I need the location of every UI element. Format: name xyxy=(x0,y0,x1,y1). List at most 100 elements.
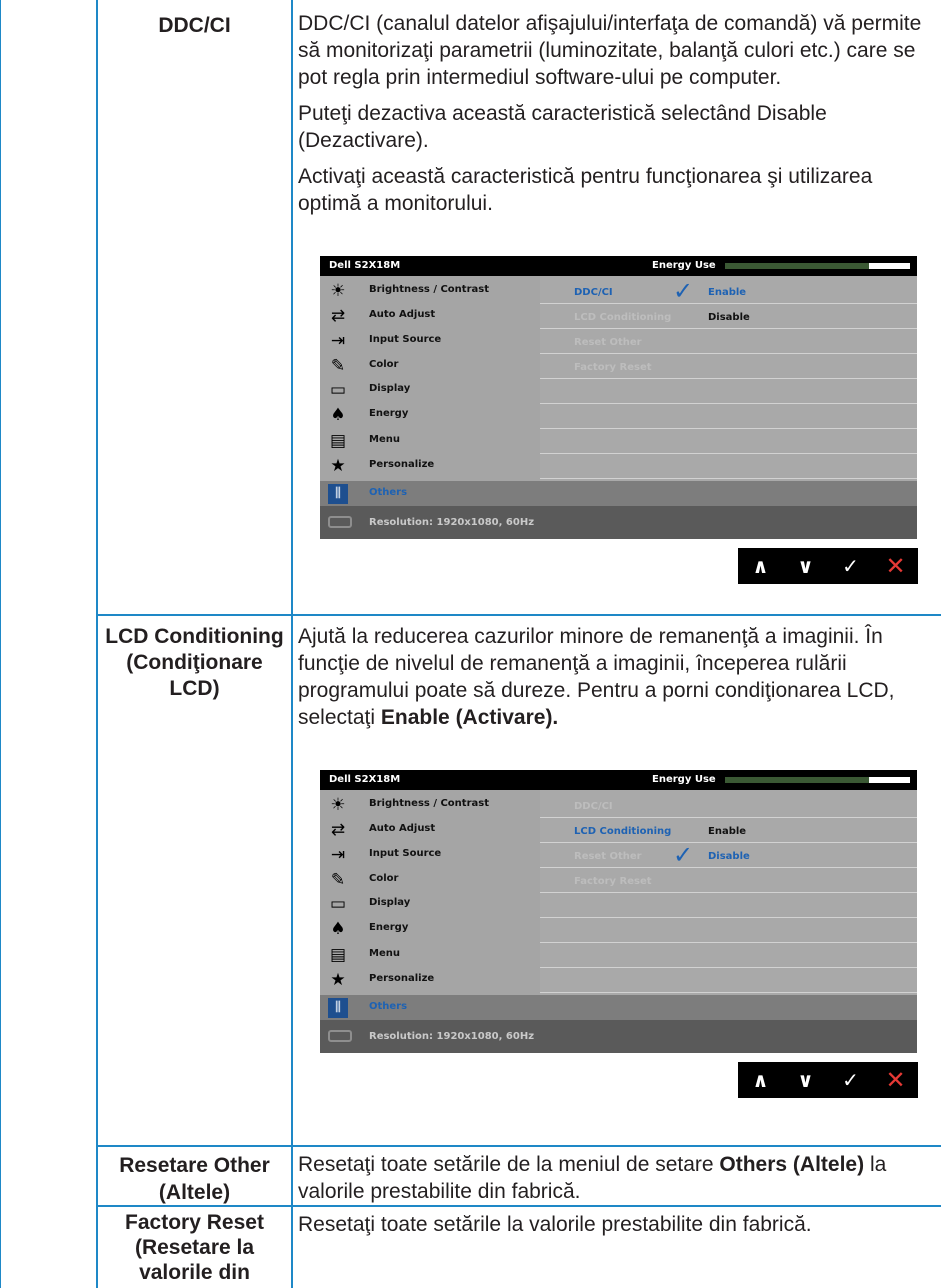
osd-header: Dell S2X18M Energy Use xyxy=(320,770,917,790)
input-source-icon: ⇥ xyxy=(330,331,346,351)
osd-main-menu: ☀ Brightness / Contrast ⇄ Auto Adjust ⇥ Inp… xyxy=(320,276,917,506)
menu-item-brightness[interactable]: ☀ Brightness / Contrast xyxy=(320,278,540,303)
down-arrow-icon[interactable]: ∨ xyxy=(783,548,828,584)
star-icon: ★ xyxy=(330,456,346,476)
submenu-row-reset-other[interactable]: Reset Other ✓ Disable xyxy=(540,841,917,869)
osd-header: Dell S2X18M Energy Use xyxy=(320,256,917,276)
row-body-factory-reset: Resetaţi toate setările la valorile pres… xyxy=(298,1213,812,1236)
osd-nav-buttons: ∧ ∨ ✓ ✕ xyxy=(738,548,918,584)
close-icon[interactable]: ✕ xyxy=(873,1062,918,1098)
sun-icon: ☀ xyxy=(330,281,346,301)
close-icon[interactable]: ✕ xyxy=(873,548,918,584)
auto-adjust-icon: ⇄ xyxy=(330,306,346,326)
menu-item-input-source[interactable]: ⇥ Input Source xyxy=(320,328,540,353)
osd-main-menu: ☀ Brightness / Contrast ⇄ Auto Adjust ⇥ Inp… xyxy=(320,790,917,1020)
osd-status-bar: Resolution: 1920x1080, 60Hz xyxy=(320,1020,917,1053)
table-left-border xyxy=(96,0,98,1288)
submenu-row-ddcci[interactable]: DDC/CI ✓ Enable xyxy=(540,277,917,305)
energy-bar-fill xyxy=(725,263,869,269)
paragraph: Activaţi această caracteristică pentru f… xyxy=(298,165,873,215)
paragraph: Resetaţi toate setările de la meniul de … xyxy=(298,1153,887,1203)
menu-item-input-source[interactable]: ⇥ Input Source xyxy=(320,842,540,867)
check-icon[interactable]: ✓ xyxy=(828,548,873,584)
resolution-text: Resolution: 1920x1080, 60Hz xyxy=(369,517,535,528)
paragraph: Puteţi dezactiva această caracteristică … xyxy=(298,102,827,152)
star-icon: ★ xyxy=(330,970,346,990)
submenu-row-factory-reset[interactable]: Factory Reset xyxy=(540,868,917,893)
energy-icon: ♠ xyxy=(330,405,346,425)
resolution-text: Resolution: 1920x1080, 60Hz xyxy=(369,1031,535,1042)
color-icon: ✎ xyxy=(330,870,346,890)
menu-item-energy[interactable]: ♠ Energy xyxy=(320,402,540,427)
menu-item-personalize[interactable]: ★ Personalize xyxy=(320,967,540,992)
display-icon: ▭ xyxy=(329,380,347,400)
submenu-empty-row xyxy=(540,968,917,993)
option-enable[interactable]: Enable xyxy=(708,287,746,298)
row-divider xyxy=(96,1145,941,1147)
paragraph: Ajută la reducerea cazurilor minore de r… xyxy=(298,625,895,729)
checkmark-icon: ✓ xyxy=(673,277,694,305)
submenu-row-lcd-conditioning[interactable]: LCD Conditioning Disable xyxy=(540,304,917,329)
submenu-row-ddcci[interactable]: DDC/CI xyxy=(540,793,917,818)
menu-item-others[interactable]: ⫼ Others xyxy=(320,995,917,1020)
energy-bar-remaining xyxy=(869,777,910,783)
row-body-ddcci: DDC/CI (canalul datelor afişajului/inter… xyxy=(298,10,938,226)
row-label-lcd-conditioning: LCD Conditioning (Condiţionare LCD) xyxy=(105,625,284,700)
sun-icon: ☀ xyxy=(330,795,346,815)
auto-adjust-icon: ⇄ xyxy=(330,820,346,840)
check-icon[interactable]: ✓ xyxy=(828,1062,873,1098)
option-disable[interactable]: Disable xyxy=(708,851,750,862)
paragraph: DDC/CI (canalul datelor afişajului/inter… xyxy=(298,12,922,89)
monitor-port-icon xyxy=(328,516,352,528)
osd-nav-buttons: ∧ ∨ ✓ ✕ xyxy=(738,1062,918,1098)
row-label-factory-reset: Factory Reset (Resetare la valorile din … xyxy=(125,1211,264,1288)
option-enable[interactable]: Enable xyxy=(708,826,746,837)
up-arrow-icon[interactable]: ∧ xyxy=(738,1062,783,1098)
osd-panel-ddcci: Dell S2X18M Energy Use ☀ Brightness / Con… xyxy=(320,256,917,539)
menu-item-display[interactable]: ▭ Display xyxy=(320,891,540,916)
osd-submenu: DDC/CI ✓ Enable LCD Conditioning Disable Re… xyxy=(540,276,917,481)
osd-submenu: DDC/CI LCD Conditioning Enable Reset Othe… xyxy=(540,790,917,995)
row-divider xyxy=(96,614,941,616)
menu-item-personalize[interactable]: ★ Personalize xyxy=(320,453,540,478)
submenu-row-factory-reset[interactable]: Factory Reset xyxy=(540,354,917,379)
osd-model-name: Dell S2X18M xyxy=(329,260,401,271)
color-icon: ✎ xyxy=(330,356,346,376)
submenu-row-lcd-conditioning[interactable]: LCD Conditioning Enable xyxy=(540,818,917,843)
menu-icon: ▤ xyxy=(329,945,347,965)
energy-icon: ♠ xyxy=(330,919,346,939)
submenu-empty-row xyxy=(540,454,917,479)
menu-item-display[interactable]: ▭ Display xyxy=(320,377,540,402)
menu-item-auto-adjust[interactable]: ⇄ Auto Adjust xyxy=(320,303,540,328)
down-arrow-icon[interactable]: ∨ xyxy=(783,1062,828,1098)
osd-energy-label: Energy Use xyxy=(652,260,716,271)
submenu-empty-row xyxy=(540,893,917,918)
option-disable[interactable]: Disable xyxy=(708,312,750,323)
energy-bar-remaining xyxy=(869,263,910,269)
row-body-lcd-conditioning: Ajută la reducerea cazurilor minore de r… xyxy=(298,623,938,740)
submenu-empty-row xyxy=(540,404,917,429)
others-icon: ⫼ xyxy=(328,998,348,1018)
submenu-empty-row xyxy=(540,379,917,404)
menu-item-menu[interactable]: ▤ Menu xyxy=(320,942,540,967)
menu-item-others[interactable]: ⫼ Others xyxy=(320,481,917,506)
menu-item-energy[interactable]: ♠ Energy xyxy=(320,916,540,941)
menu-item-color[interactable]: ✎ Color xyxy=(320,867,540,892)
table-column-divider xyxy=(291,0,293,1288)
submenu-empty-row xyxy=(540,943,917,968)
menu-item-color[interactable]: ✎ Color xyxy=(320,353,540,378)
checkmark-icon: ✓ xyxy=(673,841,694,869)
row-label-ddcci: DDC/CI xyxy=(158,14,231,37)
input-source-icon: ⇥ xyxy=(330,845,346,865)
osd-model-name: Dell S2X18M xyxy=(329,774,401,785)
row-body-reset-other: Resetaţi toate setările de la meniul de … xyxy=(298,1151,938,1214)
submenu-row-reset-other[interactable]: Reset Other xyxy=(540,329,917,354)
menu-item-menu[interactable]: ▤ Menu xyxy=(320,428,540,453)
osd-energy-label: Energy Use xyxy=(652,774,716,785)
submenu-empty-row xyxy=(540,918,917,943)
row-label-reset-other: Resetare Other (Altele) xyxy=(119,1154,270,1204)
up-arrow-icon[interactable]: ∧ xyxy=(738,548,783,584)
monitor-port-icon xyxy=(328,1030,352,1042)
menu-item-brightness[interactable]: ☀ Brightness / Contrast xyxy=(320,792,540,817)
menu-item-auto-adjust[interactable]: ⇄ Auto Adjust xyxy=(320,817,540,842)
